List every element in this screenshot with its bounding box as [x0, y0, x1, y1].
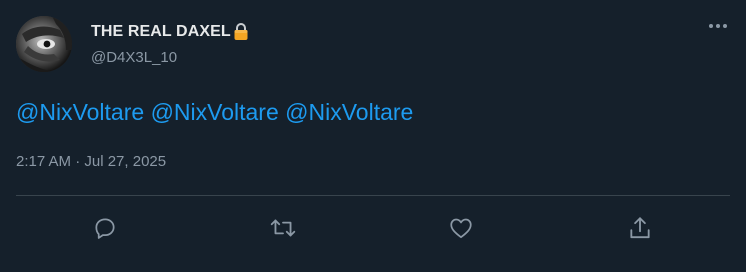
tweet-text: @NixVoltare @NixVoltare @NixVoltare [16, 99, 413, 126]
more-icon [709, 24, 727, 28]
user-handle[interactable]: @D4X3L_10 [91, 49, 686, 66]
tweet-author: THE REAL DAXEL @D4X3L_10 [91, 20, 686, 66]
more-button[interactable] [706, 16, 730, 36]
tweet: THE REAL DAXEL @D4X3L_10 @NixVoltare @Ni… [0, 0, 746, 272]
tweet-timestamp[interactable]: 2:17 AM · Jul 27, 2025 [16, 153, 166, 170]
display-name[interactable]: THE REAL DAXEL [91, 23, 231, 41]
lock-icon [232, 22, 250, 42]
action-bar [0, 208, 746, 248]
avatar-image [16, 16, 72, 72]
like-button[interactable] [441, 208, 481, 248]
heart-icon [450, 218, 472, 239]
mention-link[interactable]: @NixVoltare [16, 99, 144, 125]
retweet-button[interactable] [263, 208, 303, 248]
reply-button[interactable] [85, 208, 125, 248]
mention-link[interactable]: @NixVoltare [151, 99, 279, 125]
mention-link[interactable]: @NixVoltare [285, 99, 413, 125]
share-icon [630, 217, 650, 239]
share-button[interactable] [620, 208, 660, 248]
name-row: THE REAL DAXEL [91, 20, 686, 44]
reply-icon [95, 218, 115, 239]
retweet-icon [270, 219, 296, 237]
divider [16, 195, 730, 196]
avatar[interactable] [16, 16, 72, 72]
